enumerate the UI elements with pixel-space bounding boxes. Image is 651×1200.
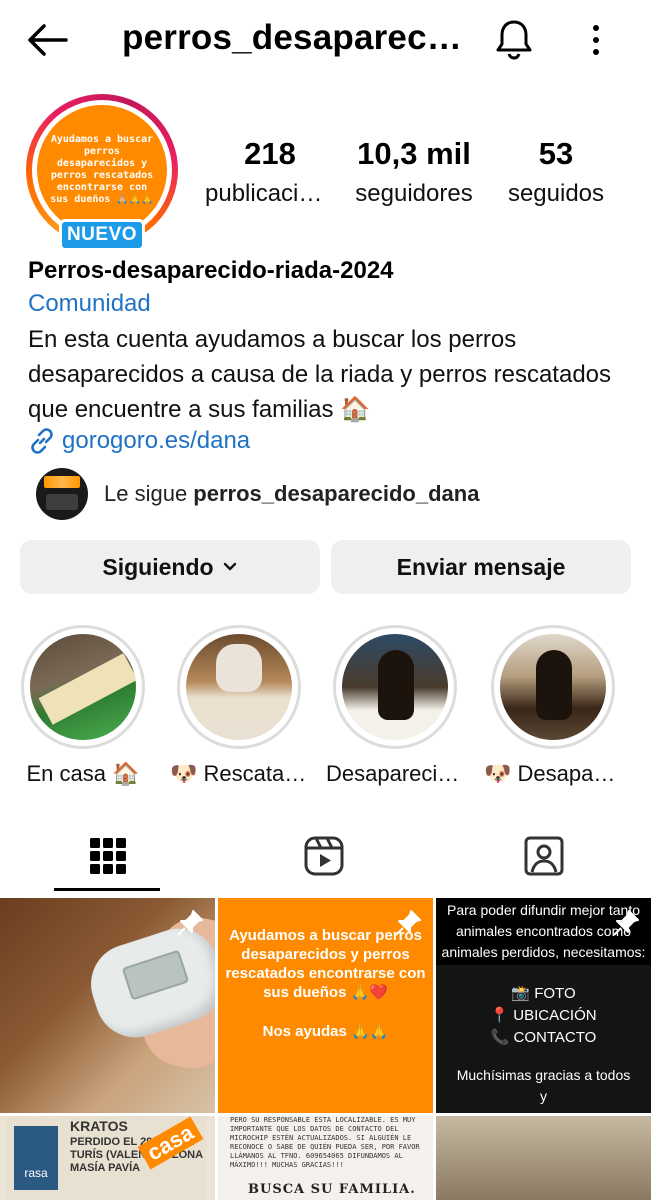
stat-followers-label: seguidores <box>355 180 473 207</box>
following-button-label: Siguiendo <box>102 553 214 580</box>
pin-icon <box>613 910 639 936</box>
stat-followers[interactable]: 10,3 mil seguidores <box>346 134 482 214</box>
followed-by[interactable]: Le sigue perros_desaparecido_dana <box>36 468 479 520</box>
highlight-label: 🐶 Rescatados <box>170 761 308 786</box>
post-5-title: BUSCA SU FAMILIA. <box>248 1182 416 1197</box>
chevron-down-icon <box>223 562 236 571</box>
post-thumbnail-1[interactable] <box>0 898 215 1113</box>
active-tab-indicator <box>54 888 160 891</box>
stat-posts[interactable]: 218 publicaciones <box>205 134 335 214</box>
highlight-en-casa[interactable]: En casa 🏠 <box>14 625 152 787</box>
profile-bio: En esta cuenta ayudamos a buscar los per… <box>28 326 612 423</box>
tagged-icon[interactable] <box>522 834 566 878</box>
post-5-text: PERO SU RESPONSABLE ESTÁ LOCALIZABLE. ES… <box>230 1116 420 1169</box>
post-3-footer: Muchísimas gracias a todos y <box>456 1067 631 1104</box>
stat-posts-count: 218 <box>244 136 296 171</box>
pin-icon <box>395 910 421 936</box>
link-icon <box>31 428 53 454</box>
post-thumbnail-2[interactable]: Ayudamos a buscar perros desaparecidos y… <box>218 898 433 1113</box>
send-message-button[interactable]: Enviar mensaje <box>331 540 631 594</box>
highlight-label: Desaparecidos <box>326 761 464 786</box>
profile-link-text: gorogoro.es/dana <box>62 427 251 454</box>
post-thumbnail-4[interactable]: rasa KRATOS PERDIDO EL 29/10/2024 TURÍS … <box>0 1116 215 1200</box>
profile-category[interactable]: Comunidad <box>28 290 151 318</box>
highlight-cover <box>30 634 136 740</box>
post-3-contacto: 📞 CONTACTO <box>490 1029 597 1046</box>
stat-following-count: 53 <box>538 136 574 171</box>
stat-posts-label: publicaciones <box>205 180 335 207</box>
followed-by-prefix: Le sigue <box>104 481 194 506</box>
profile-name: Perros-desaparecido-riada-2024 <box>28 257 394 284</box>
top-bar: perros_desaparecido_riada <box>0 0 651 80</box>
highlight-cover <box>342 634 448 740</box>
arrow-left-icon[interactable] <box>26 22 70 58</box>
post-4-logo: rasa <box>14 1126 58 1190</box>
stat-followers-count: 10,3 mil <box>357 136 471 171</box>
post-3-list: 📸 FOTO 📍 UBICACIÓN 📞 CONTACTO <box>436 983 651 1049</box>
more-vertical-icon[interactable] <box>584 20 608 60</box>
bell-icon[interactable] <box>494 18 534 60</box>
avatar-image-text: Ayudamos a buscar perros desaparecidos y… <box>37 105 167 235</box>
post-thumbnail-3[interactable]: Para poder difundir mejor tanto animales… <box>436 898 651 1113</box>
pin-icon <box>177 910 203 936</box>
highlight-desaparecidos-1[interactable]: Desaparecidos <box>326 625 464 787</box>
post-4-dog-name: KRATOS <box>70 1118 128 1134</box>
post-thumbnail-6[interactable] <box>436 1116 651 1200</box>
highlight-cover <box>500 634 606 740</box>
highlight-label: En casa 🏠 <box>26 761 140 786</box>
followed-by-text: Le sigue perros_desaparecido_dana <box>104 481 479 507</box>
highlight-desaparecidos-2[interactable]: 🐶 Desaparecidos <box>484 625 622 787</box>
send-message-label: Enviar mensaje <box>396 553 566 580</box>
reels-icon[interactable] <box>302 834 346 878</box>
highlight-banner <box>38 653 136 725</box>
followed-by-username: perros_desaparecido_dana <box>193 481 480 506</box>
grid-icon[interactable] <box>86 834 130 878</box>
profile-tabs <box>0 826 651 892</box>
post-thumbnail-5[interactable]: PERO SU RESPONSABLE ESTÁ LOCALIZABLE. ES… <box>218 1116 433 1200</box>
stat-following-label: seguidos <box>507 180 605 207</box>
profile-link[interactable]: gorogoro.es/dana <box>28 427 250 455</box>
post-3-foto: 📸 FOTO <box>511 985 576 1002</box>
follower-avatar <box>36 468 88 520</box>
new-badge: NUEVO <box>59 219 145 251</box>
following-button[interactable]: Siguiendo <box>20 540 320 594</box>
highlight-rescatados[interactable]: 🐶 Rescatados <box>170 625 308 787</box>
page-title: perros_desaparecido_riada <box>122 18 462 57</box>
post-3-ubicacion: 📍 UBICACIÓN <box>490 1007 597 1024</box>
post-2-cta: Nos ayudas 🙏🙏 <box>262 1023 389 1040</box>
highlight-label: 🐶 Desaparecidos <box>484 761 622 786</box>
stat-following[interactable]: 53 seguidos <box>500 134 612 214</box>
highlight-cover <box>186 634 292 740</box>
